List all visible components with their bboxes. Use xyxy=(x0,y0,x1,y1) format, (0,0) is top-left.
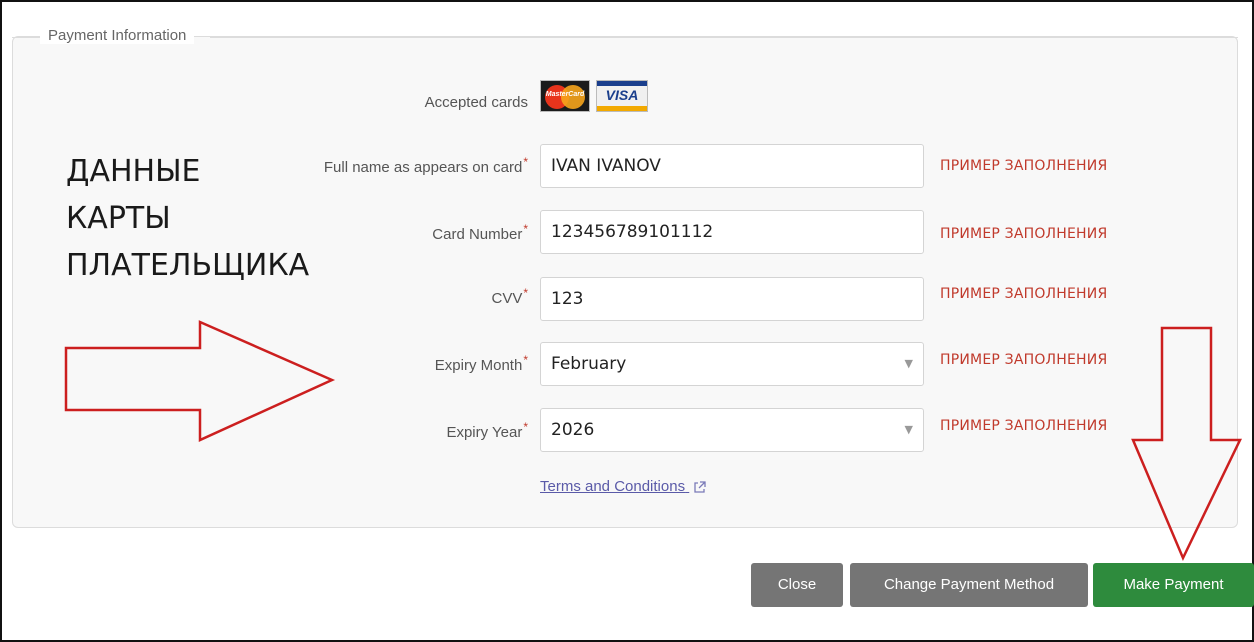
close-button[interactable]: Close xyxy=(751,563,843,607)
section-legend: Payment Information xyxy=(40,27,195,44)
expiry-year-hint: ПРИМЕР ЗАПОЛНЕНИЯ xyxy=(940,418,1108,434)
caption-line: ПЛАТЕЛЬЩИКА xyxy=(66,248,310,283)
expiry-month-select[interactable]: February ▼ xyxy=(540,342,924,386)
expiry-year-select[interactable]: 2026 ▼ xyxy=(540,408,924,452)
terms-and-conditions-link[interactable]: Terms and Conditions xyxy=(540,478,706,495)
chevron-down-icon[interactable]: ▼ xyxy=(905,409,913,451)
expiry-month-hint: ПРИМЕР ЗАПОЛНЕНИЯ xyxy=(940,352,1108,368)
full-name-hint: ПРИМЕР ЗАПОЛНЕНИЯ xyxy=(940,158,1108,174)
mastercard-logo: MasterCard xyxy=(540,80,590,112)
change-payment-method-button[interactable]: Change Payment Method xyxy=(850,563,1088,607)
accepted-cards-label: Accepted cards xyxy=(424,94,528,111)
accepted-cards: MasterCard VISA xyxy=(540,80,648,112)
make-payment-button[interactable]: Make Payment xyxy=(1093,563,1254,607)
full-name-input[interactable]: IVAN IVANOV xyxy=(540,144,924,188)
expiry-month-label: Expiry Month* xyxy=(434,353,528,374)
external-link-icon xyxy=(694,480,706,493)
cvv-input[interactable]: 123 xyxy=(540,277,924,321)
chevron-down-icon[interactable]: ▼ xyxy=(905,343,913,385)
expiry-year-label: Expiry Year* xyxy=(446,420,528,441)
legend-line-right xyxy=(210,37,1238,38)
full-name-label: Full name as appears on card* xyxy=(323,155,528,176)
legend-line-left xyxy=(12,37,40,38)
visa-logo: VISA xyxy=(596,80,648,112)
card-number-input[interactable]: 123456789101112 xyxy=(540,210,924,254)
cvv-label: CVV* xyxy=(491,286,528,307)
card-number-hint: ПРИМЕР ЗАПОЛНЕНИЯ xyxy=(940,226,1108,242)
cvv-hint: ПРИМЕР ЗАПОЛНЕНИЯ xyxy=(940,286,1108,302)
card-number-label: Card Number* xyxy=(432,222,528,243)
